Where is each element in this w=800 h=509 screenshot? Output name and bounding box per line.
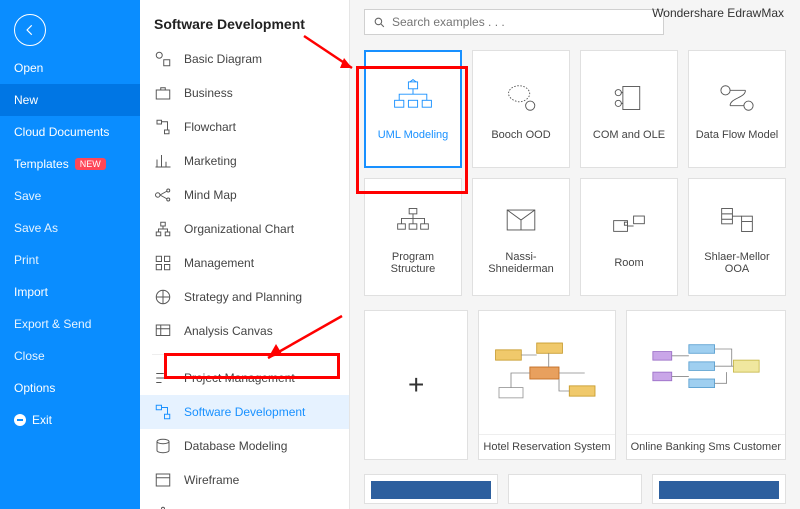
network-icon	[154, 505, 172, 509]
wireframe-icon	[154, 471, 172, 489]
search-box[interactable]	[364, 9, 664, 35]
example-partial-1[interactable]	[364, 474, 498, 504]
sidebar-item-templates[interactable]: Templates NEW	[0, 148, 140, 180]
cat-strategy[interactable]: Strategy and Planning	[140, 280, 349, 314]
sidebar-item-close[interactable]: Close	[0, 340, 140, 372]
tile-label: Shlaer-Mellor OOA	[689, 251, 785, 275]
search-icon	[373, 16, 386, 29]
template-booch-ood[interactable]: Booch OOD	[472, 50, 570, 168]
cat-mindmap[interactable]: Mind Map	[140, 178, 349, 212]
example-label: Online Banking Sms Customer	[627, 434, 785, 459]
sidebar-item-print[interactable]: Print	[0, 244, 140, 276]
template-data-flow[interactable]: Data Flow Model	[688, 50, 786, 168]
structure-icon	[390, 199, 436, 241]
example-thumb	[627, 311, 785, 434]
canvas-icon	[154, 322, 172, 340]
tile-label: UML Modeling	[374, 129, 453, 141]
briefcase-icon	[154, 84, 172, 102]
cat-network[interactable]: Network	[140, 497, 349, 509]
sidebar-item-saveas[interactable]: Save As	[0, 212, 140, 244]
org-icon	[154, 220, 172, 238]
sidebar-item-cloud[interactable]: Cloud Documents	[0, 116, 140, 148]
cat-orgchart[interactable]: Organizational Chart	[140, 212, 349, 246]
mindmap-icon	[154, 186, 172, 204]
example-online-banking[interactable]: Online Banking Sms Customer	[626, 310, 786, 460]
cat-management[interactable]: Management	[140, 246, 349, 280]
shapes-icon	[154, 50, 172, 68]
content-panel: UML Modeling Booch OOD COM and OLE Data …	[350, 0, 800, 509]
example-partial-3[interactable]	[652, 474, 786, 504]
plus-icon: +	[365, 311, 467, 459]
sidebar-item-export[interactable]: Export & Send	[0, 308, 140, 340]
grid-icon	[154, 254, 172, 272]
gantt-icon	[154, 369, 172, 387]
sidebar-item-new[interactable]: New	[0, 84, 140, 116]
uml-modeling-icon	[390, 77, 436, 119]
sidebar-item-open[interactable]: Open	[0, 52, 140, 84]
tile-label: COM and OLE	[589, 129, 669, 141]
new-badge: NEW	[75, 158, 106, 170]
nassi-icon	[498, 199, 544, 241]
strategy-icon	[154, 288, 172, 306]
cat-wireframe[interactable]: Wireframe	[140, 463, 349, 497]
example-thumb	[479, 311, 614, 434]
tile-label: Nassi-Shneiderman	[473, 251, 569, 275]
chart-icon	[154, 152, 172, 170]
tile-label: Room	[610, 257, 647, 269]
dataflow-icon	[714, 77, 760, 119]
tile-label: Data Flow Model	[692, 129, 783, 141]
sidebar-item-save[interactable]: Save	[0, 180, 140, 212]
shlaer-icon	[714, 199, 760, 241]
template-uml-modeling[interactable]: UML Modeling	[364, 50, 462, 168]
exit-icon	[14, 414, 26, 426]
booch-icon	[498, 77, 544, 119]
tile-label: Booch OOD	[487, 129, 554, 141]
cat-database[interactable]: Database Modeling	[140, 429, 349, 463]
annotation-arrow-to-uml	[300, 30, 370, 80]
database-icon	[154, 437, 172, 455]
room-icon	[606, 205, 652, 247]
file-sidebar: Open New Cloud Documents Templates NEW S…	[0, 0, 140, 509]
template-shlaer-mellor[interactable]: Shlaer-Mellor OOA	[688, 178, 786, 296]
template-room[interactable]: Room	[580, 178, 678, 296]
back-button[interactable]	[14, 14, 46, 46]
example-hotel-reservation[interactable]: Hotel Reservation System	[478, 310, 615, 460]
cat-marketing[interactable]: Marketing	[140, 144, 349, 178]
example-partial-2[interactable]	[508, 474, 642, 504]
cat-software-dev[interactable]: Software Development	[140, 395, 349, 429]
com-icon	[606, 77, 652, 119]
cat-flowchart[interactable]: Flowchart	[140, 110, 349, 144]
back-arrow-icon	[23, 23, 37, 37]
sidebar-item-options[interactable]: Options	[0, 372, 140, 404]
brand-label: Wondershare EdrawMax	[652, 6, 784, 20]
search-input[interactable]	[392, 15, 655, 29]
template-program-structure[interactable]: Program Structure	[364, 178, 462, 296]
sidebar-item-exit[interactable]: Exit	[0, 404, 140, 436]
template-com-ole[interactable]: COM and OLE	[580, 50, 678, 168]
uml-icon	[154, 403, 172, 421]
example-label: Hotel Reservation System	[479, 434, 614, 459]
example-blank[interactable]: +	[364, 310, 468, 460]
sidebar-item-import[interactable]: Import	[0, 276, 140, 308]
annotation-arrow-to-category	[250, 310, 350, 370]
template-nassi[interactable]: Nassi-Shneiderman	[472, 178, 570, 296]
tile-label: Program Structure	[365, 251, 461, 275]
flowchart-icon	[154, 118, 172, 136]
cat-business[interactable]: Business	[140, 76, 349, 110]
